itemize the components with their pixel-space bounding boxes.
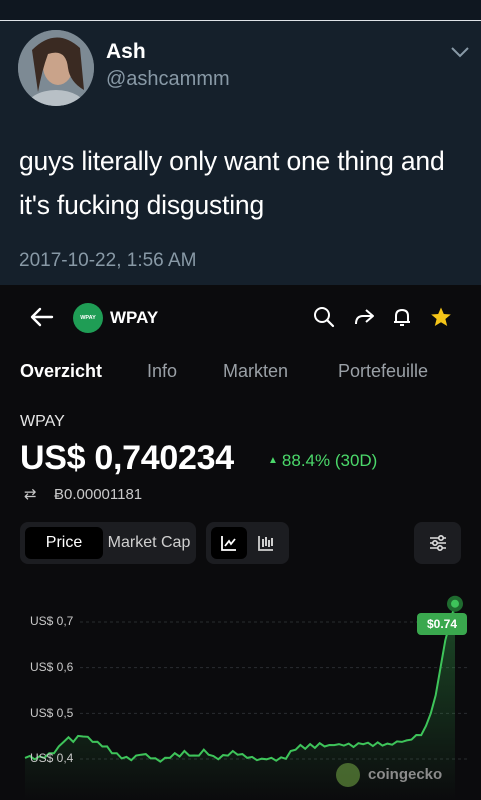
y-tick-label: US$ 0,6 xyxy=(30,660,74,674)
tweet-timestamp: 2017-10-22, 1:56 AM xyxy=(19,250,197,271)
avatar-image xyxy=(18,30,94,106)
endpoint-dot xyxy=(451,599,459,608)
market-cap-toggle-button[interactable]: Market Cap xyxy=(105,527,193,559)
price-change-value: 88.4% (30D) xyxy=(281,451,378,470)
coin-name: WPAY xyxy=(110,308,159,327)
price-toggle-button[interactable]: Price xyxy=(25,527,103,559)
tweet-author-handle[interactable]: @ashcammm xyxy=(106,68,230,91)
line-chart-icon xyxy=(221,536,236,551)
btc-price: Ƀ0.00001181 xyxy=(54,486,143,503)
y-tick-label: US$ 0,5 xyxy=(30,706,74,720)
coin-detail-screen: WPAY WPAY Overzicht Info Markten Portefe… xyxy=(0,285,481,800)
tweet-text: guys literally only want one thing and i… xyxy=(19,146,445,220)
chart-settings-button[interactable] xyxy=(414,522,461,564)
tab-markten[interactable]: Markten xyxy=(223,361,288,382)
coin-price: US$ 0,740234 xyxy=(20,439,234,477)
avatar[interactable] xyxy=(18,30,94,106)
top-strip xyxy=(0,0,481,21)
y-tick-label: US$ 0,7 xyxy=(30,614,74,628)
metric-toggle: Price Market Cap xyxy=(20,522,196,564)
swap-icon[interactable]: ⇄ xyxy=(24,485,42,503)
coin-symbol: WPAY xyxy=(20,413,65,430)
line-chart-button[interactable] xyxy=(211,527,247,559)
candle-chart-button[interactable] xyxy=(248,527,284,559)
last-price-badge: $0.74 xyxy=(417,613,467,635)
search-icon[interactable] xyxy=(312,305,336,329)
price-line xyxy=(24,603,456,763)
chart-type-toggle xyxy=(206,522,289,564)
bell-icon[interactable] xyxy=(390,305,414,329)
watermark-text: coingecko xyxy=(368,766,443,783)
gecko-logo-icon xyxy=(336,763,360,787)
price-chart[interactable]: US$ 0,7 US$ 0,6 US$ 0,5 US$ 0,4 $0.74 co… xyxy=(0,585,481,800)
tweet-author-name[interactable]: Ash xyxy=(106,40,146,64)
price-change: ▲ 88.4% (30D) xyxy=(268,451,377,471)
up-triangle-icon: ▲ xyxy=(268,455,278,466)
back-arrow-icon[interactable] xyxy=(28,305,56,329)
y-tick-label: US$ 0,4 xyxy=(30,751,74,765)
tweet-card: Ash @ashcammm guys literally only want o… xyxy=(0,0,481,285)
share-icon[interactable] xyxy=(352,305,376,329)
chevron-down-icon[interactable] xyxy=(448,44,472,60)
tab-info[interactable]: Info xyxy=(147,361,177,382)
sliders-icon xyxy=(430,534,446,552)
coin-logo: WPAY xyxy=(73,303,103,333)
candlestick-icon xyxy=(258,536,273,551)
star-icon[interactable] xyxy=(429,305,453,329)
btc-price-row: ⇄ Ƀ0.00001181 xyxy=(24,485,142,503)
tab-overzicht[interactable]: Overzicht xyxy=(20,361,102,382)
tab-bar: Overzicht Info Markten Portefeuille xyxy=(0,361,481,391)
tab-portefeuille[interactable]: Portefeuille xyxy=(338,361,428,382)
